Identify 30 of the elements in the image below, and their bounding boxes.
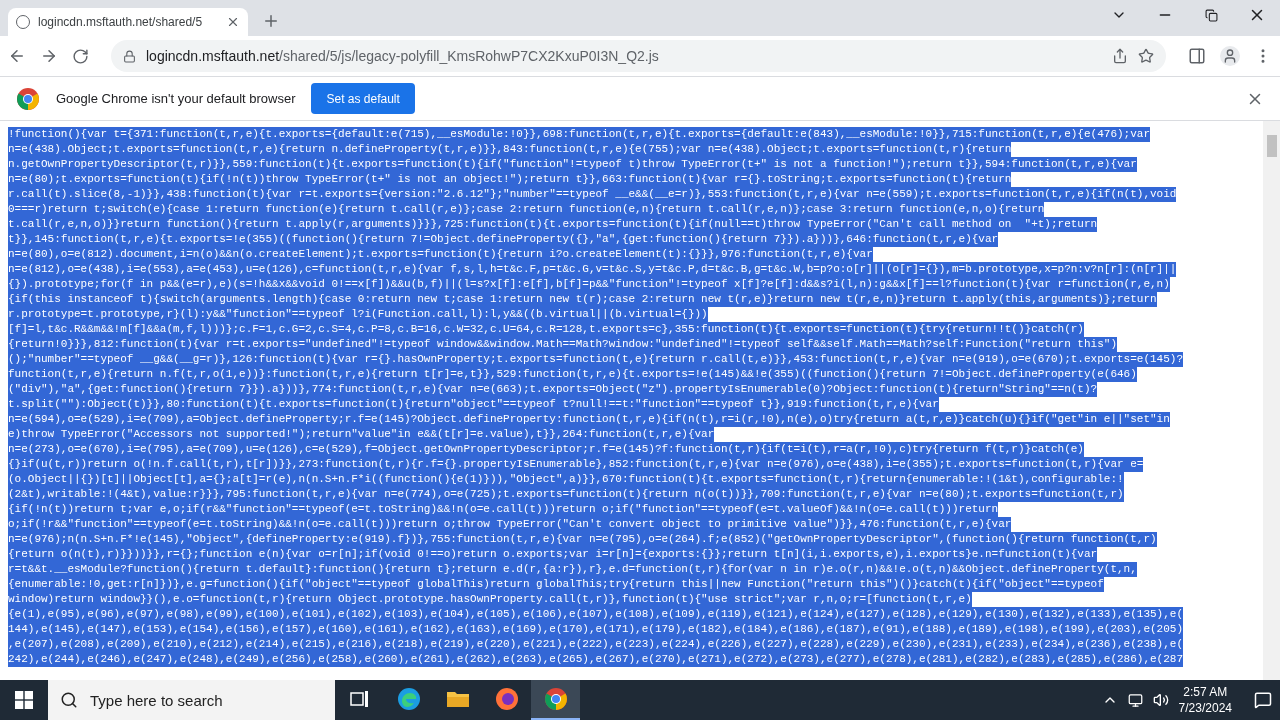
search-icon [60, 691, 78, 709]
chrome-icon [16, 86, 40, 111]
firefox-icon [494, 687, 519, 711]
infobar-message: Google Chrome isn't your default browser [56, 91, 296, 106]
close-tab-icon[interactable] [226, 15, 240, 29]
monitor-icon[interactable] [1127, 692, 1143, 708]
scrollbar[interactable] [1263, 121, 1280, 680]
forward-icon[interactable] [40, 47, 58, 65]
speaker-icon[interactable] [1152, 692, 1169, 708]
edge-icon [396, 687, 421, 711]
url-text: logincdn.msftauth.net/shared/5/js/legacy-polyfill_KmsRohwP7CX2KxuP0I3N_Q2.js [146, 48, 660, 64]
set-default-button[interactable]: Set as default [311, 83, 415, 114]
clock[interactable]: 2:57 AM 7/23/2024 [1178, 684, 1232, 716]
tab-title: logincdn.msftauth.net/shared/5 [38, 15, 204, 29]
back-icon[interactable] [8, 47, 26, 65]
new-tab-icon[interactable] [262, 12, 280, 30]
star-icon[interactable] [1138, 48, 1154, 64]
task-view-icon [349, 690, 370, 708]
search-field[interactable]: Type here to search [88, 690, 322, 710]
folder-icon [445, 689, 470, 709]
browser-tab[interactable]: logincdn.msftauth.net/shared/5 [8, 8, 248, 36]
profile-icon[interactable] [1220, 46, 1240, 66]
share-icon[interactable] [1112, 48, 1128, 64]
chrome-icon [543, 687, 568, 711]
side-panel-icon[interactable] [1188, 47, 1206, 65]
address-bar[interactable]: logincdn.msftauth.net/shared/5/js/legacy-polyfill_KmsRohwP7CX2KxuP0I3N_Q2.js [111, 40, 1166, 72]
notification-icon[interactable] [1254, 691, 1272, 709]
lock-icon [123, 49, 136, 63]
taskbar-search-bar[interactable]: Type here to search [48, 680, 335, 720]
reload-icon[interactable] [72, 47, 89, 65]
